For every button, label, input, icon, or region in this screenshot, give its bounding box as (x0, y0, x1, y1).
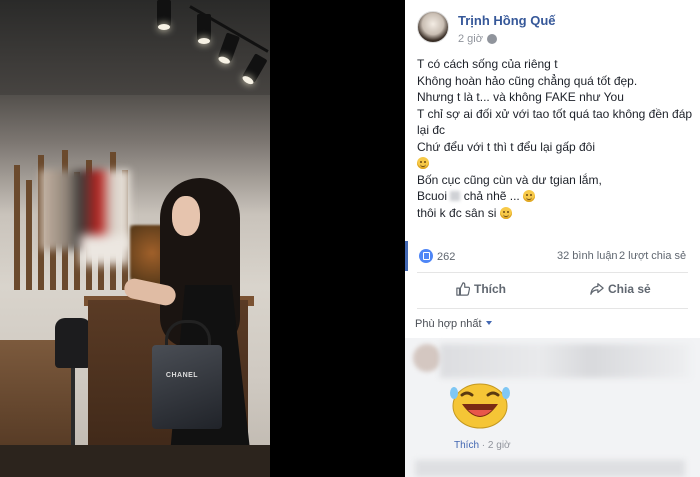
smiley-emoji-icon (523, 190, 536, 202)
comment-time[interactable]: 2 giờ (488, 440, 511, 451)
smiley-emoji-icon (499, 206, 512, 219)
blurred-name (450, 191, 461, 201)
divider (417, 308, 688, 309)
globe-icon (487, 34, 497, 44)
share-arrow-icon (590, 283, 604, 295)
comment-actions: Thích · 2 giờ (454, 440, 511, 451)
laughing-sticker-icon (450, 383, 510, 429)
photo-spotlight (197, 14, 211, 44)
comment-like-link[interactable]: Thích (454, 440, 479, 451)
like-reaction-icon[interactable] (419, 249, 433, 263)
author-avatar[interactable] (417, 11, 449, 43)
share-button-label: Chia sẻ (608, 282, 651, 296)
post-line: Không hoàn hảo cũng chẳng quá tốt đẹp. (417, 73, 638, 88)
post-line-mixed: thôi k đc sân si (417, 205, 692, 222)
comment-blurred-next (415, 460, 685, 477)
post-line-part: chả nhẽ ... (463, 189, 520, 203)
post-line-part: thôi k đc sân si (417, 205, 497, 220)
post-line-part: Bcuoi (417, 189, 448, 203)
comment-count[interactable]: 32 bình luận (557, 250, 618, 262)
post-line: lại đc (417, 123, 446, 137)
photo-bag-label: CHANEL (165, 372, 199, 379)
chevron-down-icon (485, 321, 492, 325)
like-button[interactable]: Thích (456, 282, 506, 296)
like-button-label: Thích (474, 282, 506, 296)
post-line: Chứ đểu với t thì t đểu lại gấp đôi (417, 139, 596, 154)
selection-indicator (405, 241, 408, 271)
post-text: T có cách sống của riêng t Không hoàn hả… (417, 56, 692, 221)
comment-blurred-text (440, 344, 690, 378)
photo-chair (55, 318, 91, 368)
photo-viewer[interactable]: CHANEL (0, 0, 405, 477)
post-line: Nhưng t là t... và không FAKE như You (417, 90, 624, 104)
post-emoji-line (417, 155, 692, 172)
post-line: T chỉ sợ ai đối xử với tao tốt quá tao k… (417, 106, 693, 121)
comment-meta-separator: · (481, 440, 486, 451)
thumbs-up-icon (456, 282, 471, 296)
commenter-avatar[interactable] (413, 344, 441, 372)
share-button[interactable]: Chia sẻ (590, 282, 651, 296)
divider (417, 272, 688, 273)
author-name[interactable]: Trịnh Hồng Quế (458, 13, 556, 28)
share-count[interactable]: 2 lượt chia sẻ (619, 250, 686, 262)
post-time[interactable]: 2 giờ (458, 33, 483, 45)
photo-woman-face (172, 196, 200, 236)
photo-floor (0, 445, 270, 477)
post-line: T có cách sống của riêng t (417, 57, 558, 71)
post-line: Bốn cục cũng cùn và dư tgian lắm, (417, 172, 602, 187)
post-photo[interactable]: CHANEL (0, 0, 270, 477)
photo-handbag (152, 345, 222, 429)
photo-spotlight (157, 0, 171, 30)
comment-sort-label: Phù hợp nhất (415, 318, 482, 330)
smiley-emoji-icon (417, 157, 429, 169)
post-line-mixed: Bcuoi chả nhẽ ... (417, 188, 692, 205)
comment-sort-dropdown[interactable]: Phù hợp nhất (415, 318, 492, 330)
like-count[interactable]: 262 (437, 251, 455, 263)
photo-blurred-sign (80, 235, 130, 265)
